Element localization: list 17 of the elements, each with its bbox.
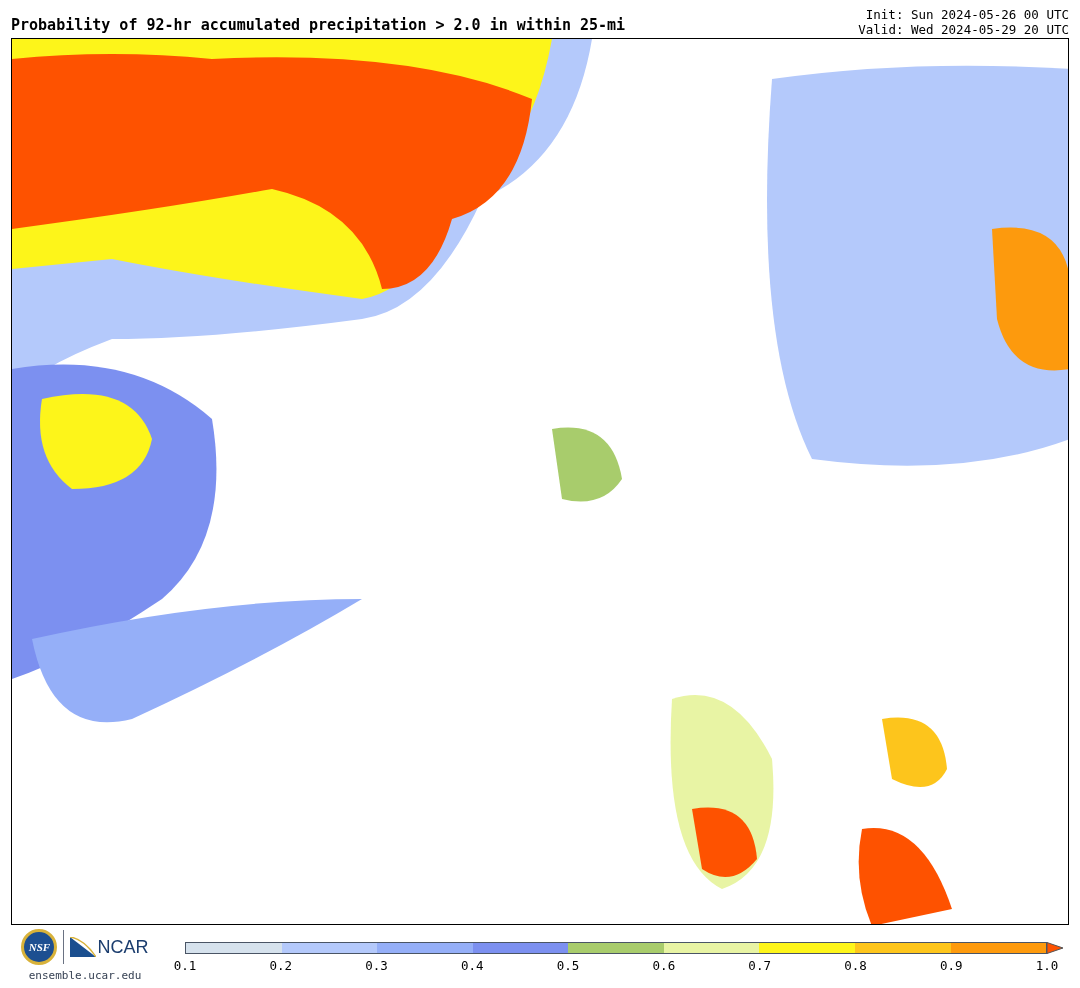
site-url: ensemble.ucar.edu: [28, 968, 142, 984]
tick-label: 0.2: [269, 958, 293, 973]
tick-label: 0.8: [844, 958, 867, 973]
init-time: Init: Sun 2024-05-26 00 UTC: [865, 7, 1069, 22]
tick-label: 0.7: [748, 958, 771, 973]
tick-label: 0.3: [365, 958, 388, 973]
logo-text: NCAR: [97, 938, 149, 956]
tick-label: 0.4: [461, 958, 484, 973]
valid-time: Valid: Wed 2024-05-29 20 UTC: [858, 22, 1069, 37]
wedge-icon: [70, 937, 97, 957]
tick-label: 0.5: [556, 958, 580, 973]
tick-label: 0.1: [173, 958, 197, 973]
tick-label: 1.0: [1035, 958, 1059, 973]
chart-title: Probability of 92-hr accumulated precipitation > 2.0 in within 25-mi: [11, 16, 626, 36]
tick-label: 0.9: [939, 958, 963, 973]
seal-logo: NSF: [21, 929, 58, 965]
tick-label: 0.6: [652, 958, 676, 973]
